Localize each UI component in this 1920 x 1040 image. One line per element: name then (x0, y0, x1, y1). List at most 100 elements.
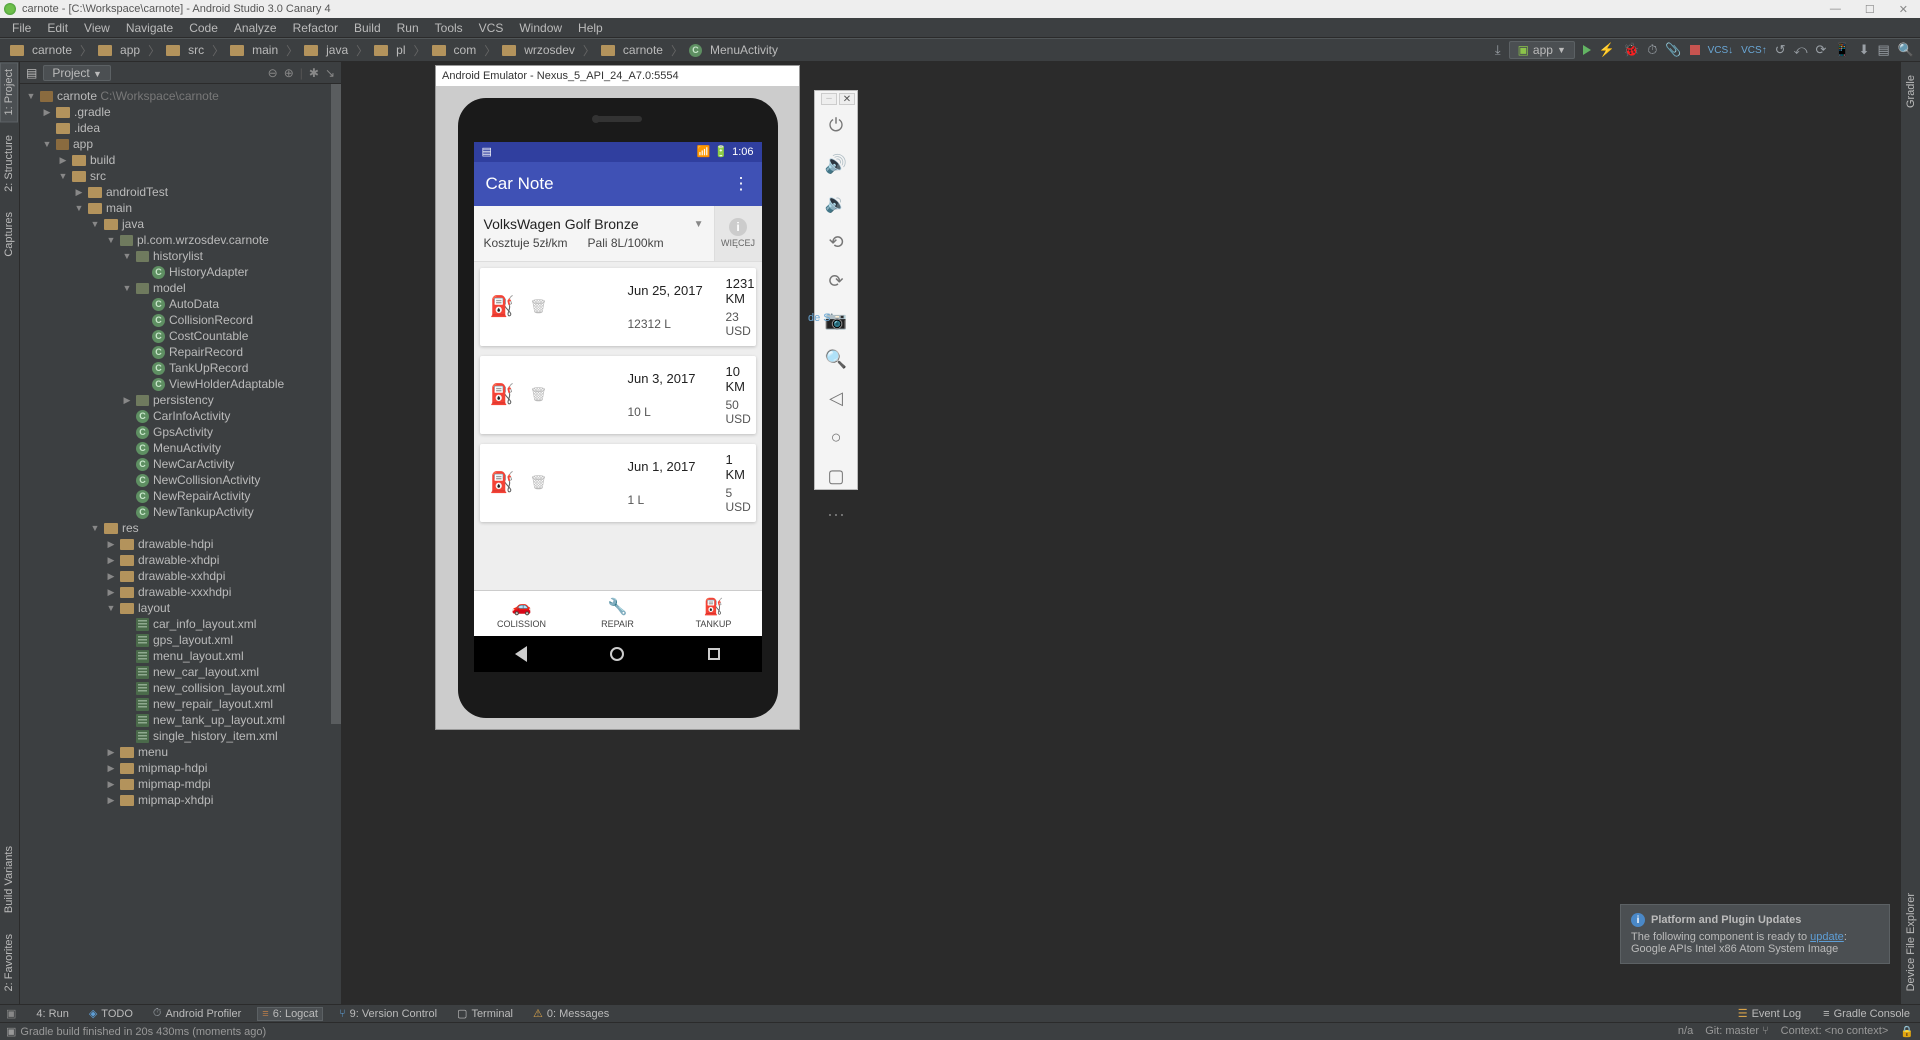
sync-project-icon[interactable]: ⟳ (1816, 42, 1827, 58)
tree-row[interactable]: ▼src (20, 168, 341, 184)
volume-down-icon[interactable]: 🔉 (825, 193, 847, 214)
car-dropdown[interactable]: VolksWagen Golf Bronze ▼ (484, 216, 704, 232)
update-link[interactable]: update (1810, 931, 1844, 943)
emulator-window[interactable]: Android Emulator - Nexus_5_API_24_A7.0:5… (435, 65, 800, 730)
history-item[interactable]: ⛽ Jun 3, 2017 10 KM 🗑 10 L 50 USD (480, 356, 756, 434)
tree-row[interactable]: ▼java (20, 216, 341, 232)
tree-row[interactable]: menu_layout.xml (20, 648, 341, 664)
tree-row[interactable]: CCostCountable (20, 328, 341, 344)
make-project-icon[interactable]: ⤓ (1495, 42, 1501, 58)
menu-window[interactable]: Window (511, 21, 570, 35)
delete-icon[interactable]: 🗑 (530, 298, 620, 315)
tab-vcs[interactable]: ⑂9: Version Control (335, 1008, 441, 1020)
back-icon[interactable]: ◁ (829, 388, 843, 409)
avd-manager-icon[interactable]: 📱 (1834, 42, 1850, 58)
volume-up-icon[interactable]: 🔊 (825, 154, 847, 175)
context-label[interactable]: Context: <no context> (1781, 1025, 1889, 1038)
layout-inspector-icon[interactable]: ▤ (1878, 42, 1890, 58)
tree-row[interactable]: CTankUpRecord (20, 360, 341, 376)
collapse-all-icon[interactable]: ⊖ (268, 66, 278, 80)
profile-icon[interactable]: ⏱ (1647, 42, 1657, 58)
tree-row[interactable]: CAutoData (20, 296, 341, 312)
menu-file[interactable]: File (4, 21, 39, 35)
project-tree[interactable]: ▼carnote C:\Workspace\carnote▶.gradle.id… (20, 84, 341, 1004)
tab-structure[interactable]: 2: Structure (0, 128, 18, 199)
vcs-history-icon[interactable]: ↺ (1775, 42, 1786, 58)
home-icon[interactable]: ○ (831, 427, 842, 448)
run-button-icon[interactable] (1583, 45, 1591, 55)
menu-code[interactable]: Code (181, 21, 226, 35)
menu-run[interactable]: Run (389, 21, 427, 35)
tree-row[interactable]: ▼pl.com.wrzosdev.carnote (20, 232, 341, 248)
history-item[interactable]: ⛽ Jun 25, 2017 1231 KM 🗑 12312 L 23 USD (480, 268, 756, 346)
tree-row[interactable]: ▶mipmap-xhdpi (20, 792, 341, 808)
rotate-right-icon[interactable]: ⟳ (828, 271, 843, 292)
tree-row[interactable]: CRepairRecord (20, 344, 341, 360)
tree-row[interactable]: ▼layout (20, 600, 341, 616)
menu-refactor[interactable]: Refactor (285, 21, 346, 35)
recents-button[interactable] (708, 648, 720, 660)
tree-row[interactable]: single_history_item.xml (20, 728, 341, 744)
tree-row[interactable]: new_collision_layout.xml (20, 680, 341, 696)
sdk-manager-icon[interactable]: ⬇ (1859, 42, 1870, 58)
expand-icon[interactable]: ⊕ (284, 66, 294, 80)
crumb[interactable]: src (188, 43, 204, 57)
tab-gradle[interactable]: Gradle (1902, 68, 1920, 115)
attach-debugger-icon[interactable]: 📎 (1665, 42, 1681, 58)
tab-favorites[interactable]: 2: Favorites (0, 927, 18, 998)
tree-row[interactable]: CNewTankupActivity (20, 504, 341, 520)
history-list[interactable]: ⛽ Jun 25, 2017 1231 KM 🗑 12312 L 23 USD … (474, 262, 762, 590)
menu-navigate[interactable]: Navigate (118, 21, 181, 35)
tree-row[interactable]: ▼carnote C:\Workspace\carnote (20, 88, 341, 104)
scrollbar[interactable] (331, 84, 341, 1004)
tab-event-log[interactable]: ☰Event Log (1734, 1007, 1805, 1020)
apply-changes-icon[interactable]: ⚡ (1599, 42, 1615, 58)
emu-close-icon[interactable]: ✕ (839, 93, 855, 105)
tree-row[interactable]: gps_layout.xml (20, 632, 341, 648)
tab-project[interactable]: 1: Project (0, 62, 18, 122)
tree-row[interactable]: ▶.gradle (20, 104, 341, 120)
tree-row[interactable]: car_info_layout.xml (20, 616, 341, 632)
more-icon[interactable]: ⋯ (827, 505, 845, 526)
power-icon[interactable]: ⏻ (829, 115, 843, 136)
tree-row[interactable]: ▶androidTest (20, 184, 341, 200)
tree-row[interactable]: CNewRepairActivity (20, 488, 341, 504)
tab-captures[interactable]: Captures (0, 205, 18, 264)
tree-row[interactable]: ▶drawable-xhdpi (20, 552, 341, 568)
toolwindow-quick-access-icon[interactable]: ▣ (6, 1007, 16, 1020)
overflow-menu-icon[interactable]: ⋮ (733, 174, 750, 194)
rotate-left-icon[interactable]: ⟲ (828, 232, 843, 253)
menu-vcs[interactable]: VCS (471, 21, 512, 35)
crumb[interactable]: java (326, 43, 348, 57)
crumb[interactable]: app (120, 43, 140, 57)
tree-row[interactable]: CMenuActivity (20, 440, 341, 456)
crumb[interactable]: wrzosdev (524, 43, 575, 57)
emulator-toolbar[interactable]: – ✕ ⏻ 🔊 🔉 ⟲ ⟳ 📷 🔍 ◁ ○ ▢ ⋯ (814, 90, 858, 490)
crumb[interactable]: carnote (32, 43, 72, 57)
run-configuration-select[interactable]: ▣ app ▼ (1509, 41, 1575, 59)
tree-row[interactable]: CHistoryAdapter (20, 264, 341, 280)
menu-help[interactable]: Help (570, 21, 611, 35)
tree-row[interactable]: ▼historylist (20, 248, 341, 264)
maximize-icon[interactable]: ☐ (1865, 3, 1875, 16)
menu-edit[interactable]: Edit (39, 21, 76, 35)
nav-tankup[interactable]: ⛽TANKUP (666, 591, 762, 636)
tree-row[interactable]: ▼model (20, 280, 341, 296)
undo-icon[interactable]: ⤺ (1794, 42, 1808, 58)
menu-analyze[interactable]: Analyze (226, 21, 285, 35)
tree-row[interactable]: ▼app (20, 136, 341, 152)
tab-gradle-console[interactable]: ≡Gradle Console (1819, 1007, 1914, 1020)
tree-row[interactable]: ▶menu (20, 744, 341, 760)
tab-run[interactable]: 4: Run (28, 1008, 72, 1020)
history-item[interactable]: ⛽ Jun 1, 2017 1 KM 🗑 1 L 5 USD (480, 444, 756, 522)
tree-row[interactable]: ▶persistency (20, 392, 341, 408)
home-button[interactable] (610, 647, 624, 661)
crumb[interactable]: com (454, 43, 477, 57)
tree-row[interactable]: CCarInfoActivity (20, 408, 341, 424)
tree-row[interactable]: new_car_layout.xml (20, 664, 341, 680)
tree-row[interactable]: ▶mipmap-hdpi (20, 760, 341, 776)
tree-row[interactable]: ▼main (20, 200, 341, 216)
debug-button-icon[interactable]: 🐞 (1623, 42, 1639, 58)
crumb[interactable]: pl (396, 43, 405, 57)
crumb[interactable]: carnote (623, 43, 663, 57)
